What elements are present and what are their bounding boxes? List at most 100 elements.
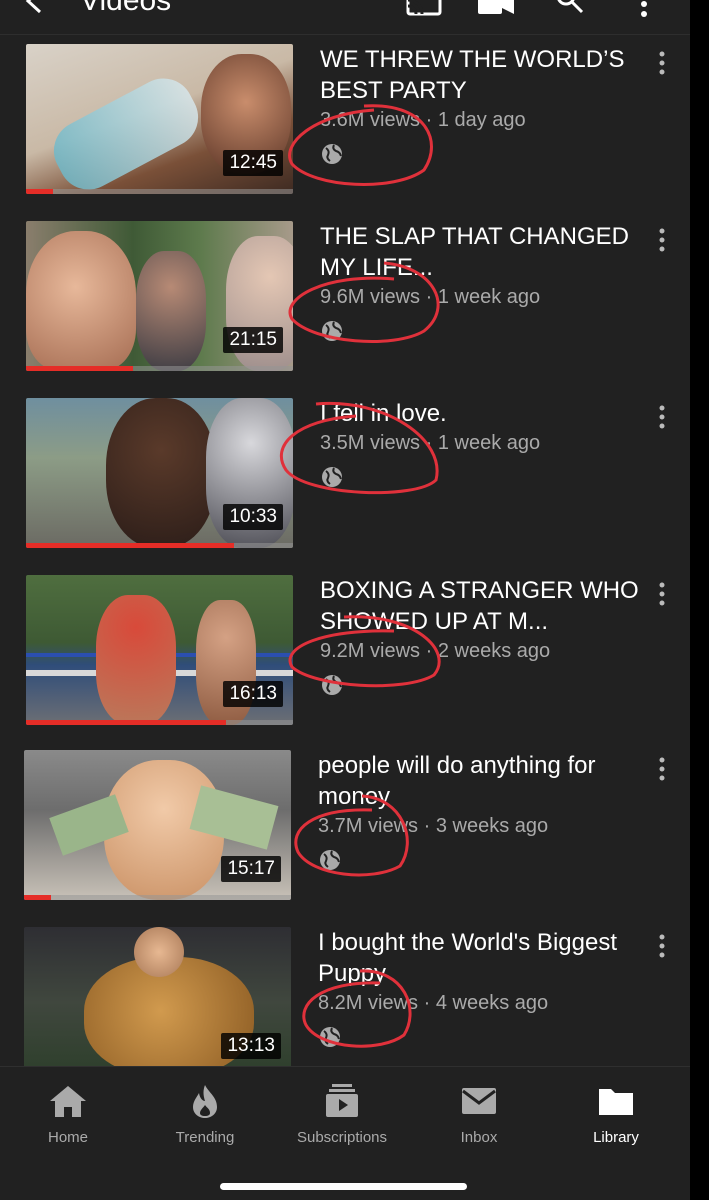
video-thumbnail[interactable]: 10:33 [26, 398, 293, 548]
video-thumbnail[interactable]: 21:15 [26, 221, 293, 371]
video-thumbnail[interactable]: 13:13 [24, 927, 291, 1077]
nav-library[interactable]: Library [556, 1083, 676, 1146]
separator-dot: · [423, 815, 431, 837]
top-app-bar: Videos [0, 0, 690, 34]
video-title[interactable]: I bought the World's Biggest Puppy [318, 927, 638, 989]
upload-age: 1 week ago [437, 432, 541, 454]
video-duration: 12:45 [223, 150, 283, 176]
nav-inbox[interactable]: Inbox [419, 1083, 539, 1146]
video-menu-icon[interactable] [652, 933, 672, 959]
video-duration: 21:15 [223, 327, 283, 353]
video-stats: 9.6M views · 1 week ago [320, 286, 640, 309]
video-title[interactable]: THE SLAP THAT CHANGED MY LIFE... [320, 221, 640, 283]
video-title[interactable]: WE THREW THE WORLD’S BEST PARTY [320, 44, 640, 106]
watch-progress-fill [26, 720, 227, 725]
video-meta: I fell in love. 3.5M views · 1 week ago [320, 398, 640, 494]
header-divider [0, 34, 690, 35]
home-icon [50, 1086, 86, 1117]
video-item[interactable]: 21:15 THE SLAP THAT CHANGED MY LIFE... 9… [0, 221, 690, 397]
camera-icon[interactable] [476, 0, 516, 18]
video-menu-icon[interactable] [652, 756, 672, 782]
globe-icon [322, 321, 342, 341]
cast-icon[interactable] [404, 0, 444, 18]
video-stats: 3.5M views · 1 week ago [320, 432, 640, 455]
watch-progress-track [24, 895, 291, 900]
video-item[interactable]: 12:45 WE THREW THE WORLD’S BEST PARTY 3.… [0, 44, 690, 220]
youtube-app-screen: Videos 12:45 WE THREW THE WORLD’S BEST P… [0, 0, 690, 1200]
flame-icon [193, 1085, 217, 1118]
upload-age: 4 weeks ago [435, 992, 549, 1014]
watch-progress-fill [26, 366, 133, 371]
video-thumbnail[interactable]: 16:13 [26, 575, 293, 725]
nav-label: Subscriptions [296, 1129, 388, 1146]
video-stats: 9.2M views · 2 weeks ago [320, 640, 640, 663]
nav-label: Trending [175, 1129, 235, 1146]
mail-icon [462, 1088, 496, 1114]
nav-trending[interactable]: Trending [145, 1083, 265, 1146]
video-duration: 13:13 [221, 1033, 281, 1059]
video-item[interactable]: 16:13 BOXING A STRANGER WHO SHOWED UP AT… [0, 575, 690, 751]
video-item[interactable]: 10:33 I fell in love. 3.5M views · 1 wee… [0, 398, 690, 574]
video-menu-icon[interactable] [652, 581, 672, 607]
separator-dot: · [423, 992, 431, 1014]
upload-age: 3 weeks ago [435, 815, 549, 837]
back-arrow-icon[interactable] [22, 0, 48, 14]
nav-label: Inbox [460, 1129, 498, 1146]
view-count: 8.2M views [318, 992, 419, 1014]
upload-age: 1 week ago [437, 286, 541, 308]
video-stats: 8.2M views · 4 weeks ago [318, 992, 638, 1015]
globe-icon [322, 675, 342, 695]
nav-label: Home [47, 1129, 88, 1146]
globe-icon [320, 1027, 340, 1047]
video-title[interactable]: I fell in love. [320, 398, 640, 429]
video-meta: THE SLAP THAT CHANGED MY LIFE... 9.6M vi… [320, 221, 640, 348]
video-meta: BOXING A STRANGER WHO SHOWED UP AT M... … [320, 575, 640, 702]
watch-progress-track [26, 189, 293, 194]
nav-label: Library [593, 1129, 639, 1146]
gesture-home-bar[interactable] [220, 1183, 467, 1190]
upload-age: 2 weeks ago [437, 640, 551, 662]
watch-progress-track [26, 366, 293, 371]
folder-icon [599, 1089, 633, 1115]
video-meta: WE THREW THE WORLD’S BEST PARTY 3.6M vie… [320, 44, 640, 171]
video-title[interactable]: people will do anything for money [318, 750, 638, 812]
video-menu-icon[interactable] [652, 50, 672, 76]
watch-progress-fill [26, 543, 235, 548]
video-menu-icon[interactable] [652, 227, 672, 253]
video-duration: 16:13 [223, 681, 283, 707]
video-thumbnail[interactable]: 12:45 [26, 44, 293, 194]
view-count: 3.7M views [318, 815, 419, 837]
search-icon[interactable] [552, 0, 592, 18]
separator-dot: · [425, 432, 433, 454]
video-meta: people will do anything for money 3.7M v… [318, 750, 638, 877]
more-vert-icon[interactable] [628, 0, 668, 18]
view-count: 9.2M views [320, 640, 421, 662]
video-stats: 3.6M views · 1 day ago [320, 109, 640, 132]
watch-progress-track [26, 720, 293, 725]
watch-progress-fill [24, 895, 51, 900]
view-count: 3.6M views [320, 109, 421, 131]
bottom-navigation: Home Trending Subscriptions Inbox Librar… [0, 1066, 690, 1200]
video-thumbnail[interactable]: 15:17 [24, 750, 291, 900]
nav-subscriptions[interactable]: Subscriptions [282, 1083, 402, 1146]
video-item[interactable]: 15:17 people will do anything for money … [0, 750, 690, 926]
globe-icon [322, 144, 342, 164]
video-stats: 3.7M views · 3 weeks ago [318, 815, 638, 838]
globe-icon [322, 467, 342, 487]
video-menu-icon[interactable] [652, 404, 672, 430]
watch-progress-fill [26, 189, 53, 194]
video-duration: 15:17 [221, 856, 281, 882]
upload-age: 1 day ago [437, 109, 526, 131]
watch-progress-track [26, 543, 293, 548]
separator-dot: · [425, 286, 433, 308]
video-duration: 10:33 [223, 504, 283, 530]
video-meta: I bought the World's Biggest Puppy 8.2M … [318, 927, 638, 1054]
video-title[interactable]: BOXING A STRANGER WHO SHOWED UP AT M... [320, 575, 640, 637]
separator-dot: · [425, 640, 433, 662]
page-title: Videos [80, 0, 172, 17]
subscriptions-icon [326, 1084, 358, 1117]
separator-dot: · [425, 109, 433, 131]
nav-home[interactable]: Home [8, 1083, 128, 1146]
globe-icon [320, 850, 340, 870]
view-count: 3.5M views [320, 432, 421, 454]
